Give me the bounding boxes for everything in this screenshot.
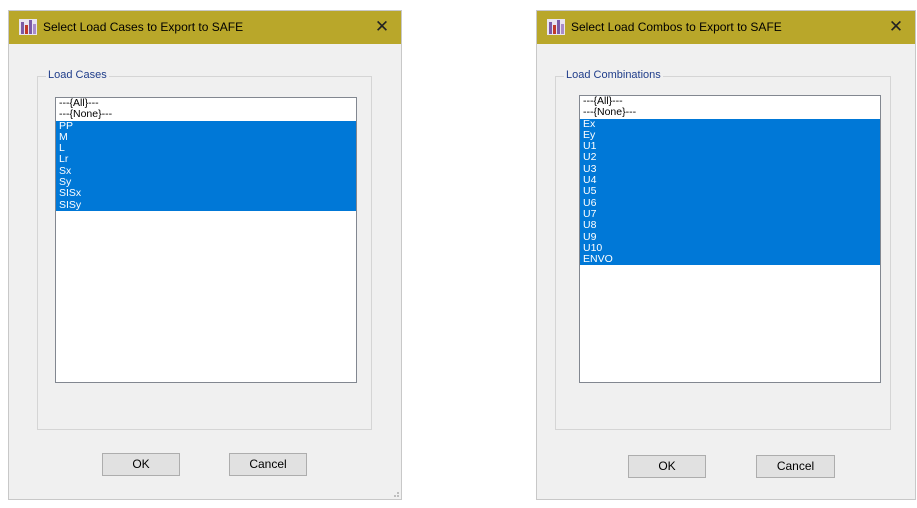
list-item[interactable]: PP xyxy=(56,120,356,132)
list-item[interactable]: U9 xyxy=(580,231,880,243)
list-item[interactable]: Ex xyxy=(580,118,880,130)
load-cases-dialog: Select Load Cases to Export to SAFE ✕ Lo… xyxy=(8,10,402,500)
list-item[interactable]: U10 xyxy=(580,242,880,255)
resize-grip-icon[interactable] xyxy=(390,488,400,498)
list-item[interactable]: SISx xyxy=(56,188,356,200)
list-item[interactable]: L xyxy=(56,143,356,155)
dialog-title: Select Load Cases to Export to SAFE xyxy=(43,20,244,34)
load-combos-dialog: Select Load Combos to Export to SAFE ✕ L… xyxy=(536,10,916,500)
title-bar[interactable]: Select Load Cases to Export to SAFE ✕ xyxy=(9,11,401,44)
ok-button[interactable]: OK xyxy=(628,455,706,478)
list-item[interactable]: ENVO xyxy=(580,254,880,266)
list-item[interactable]: U5 xyxy=(580,186,880,198)
title-bar[interactable]: Select Load Combos to Export to SAFE ✕ xyxy=(537,11,915,44)
load-cases-listbox[interactable]: ---{All}--- ---{None}--- PP M L Lr Sx Sy SISx SIS… xyxy=(55,97,357,383)
list-item[interactable]: U4 xyxy=(580,174,880,187)
list-item[interactable]: Ey xyxy=(580,129,880,142)
group-label: Load Combinations xyxy=(564,69,663,81)
list-item[interactable]: Sx xyxy=(56,165,356,178)
list-item[interactable]: U6 xyxy=(580,197,880,209)
load-combinations-group: Load Combinations ---{All}--- ---{None}--… xyxy=(555,69,891,430)
load-combinations-listbox[interactable]: ---{All}--- ---{None}--- Ex Ey U1 U2 U3 U4 U5 U6 U… xyxy=(579,95,881,383)
close-icon[interactable]: ✕ xyxy=(373,17,391,37)
cancel-button[interactable]: Cancel xyxy=(229,453,307,476)
list-item[interactable]: ---{None}--- xyxy=(56,109,356,120)
list-item[interactable]: ---{None}--- xyxy=(580,107,880,118)
load-cases-group: Load Cases ---{All}--- ---{None}--- PP M L Lr… xyxy=(37,69,372,430)
list-item[interactable]: U3 xyxy=(580,163,880,176)
ok-button[interactable]: OK xyxy=(102,453,180,476)
close-icon[interactable]: ✕ xyxy=(887,17,905,37)
list-item[interactable]: M xyxy=(56,131,356,144)
list-item[interactable]: U1 xyxy=(580,141,880,153)
list-item[interactable]: SISy xyxy=(56,199,356,211)
dialog-title: Select Load Combos to Export to SAFE xyxy=(571,20,782,34)
list-item[interactable]: U2 xyxy=(580,152,880,164)
list-item[interactable]: U7 xyxy=(580,208,880,221)
list-item[interactable]: U8 xyxy=(580,220,880,232)
list-item[interactable]: Sy xyxy=(56,176,356,189)
group-label: Load Cases xyxy=(46,69,109,81)
etabs-app-icon xyxy=(19,19,37,35)
cancel-button[interactable]: Cancel xyxy=(756,455,835,478)
list-item[interactable]: Lr xyxy=(56,154,356,166)
etabs-app-icon xyxy=(547,19,565,35)
